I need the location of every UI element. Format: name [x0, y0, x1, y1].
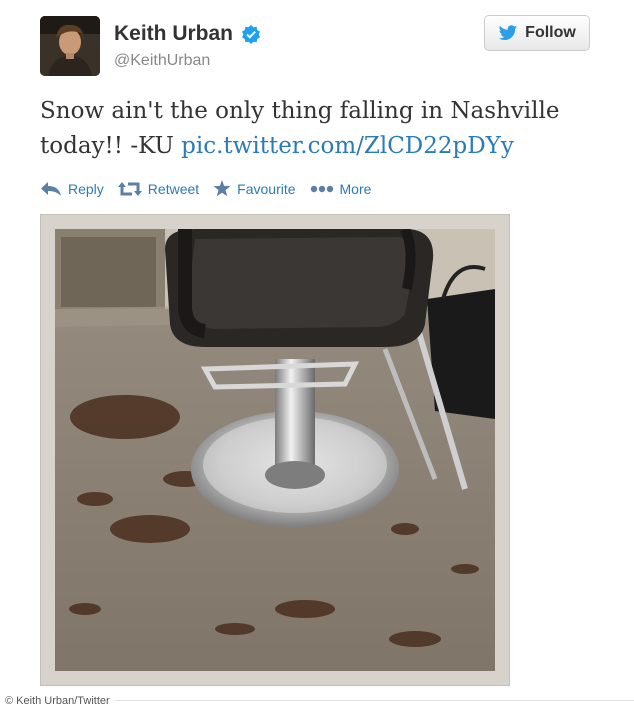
verified-badge-icon	[242, 25, 261, 44]
avatar[interactable]	[40, 16, 100, 76]
photo-credit: © Keith Urban/Twitter	[0, 692, 115, 710]
follow-label: Follow	[525, 24, 576, 41]
more-label: More	[339, 180, 372, 197]
favourite-button[interactable]: Favourite	[213, 180, 296, 197]
reply-icon	[41, 181, 61, 196]
twitter-bird-icon	[498, 24, 518, 40]
retweet-button[interactable]: Retweet	[117, 180, 200, 197]
avatar-image	[40, 16, 100, 76]
retweet-icon	[117, 181, 142, 196]
tweet-photo-link[interactable]: pic.twitter.com/ZlCD22pDYy	[181, 133, 514, 159]
tweet-photo-frame	[40, 214, 510, 686]
tweet-text: Snow ain't the only thing falling in Nas…	[40, 94, 600, 164]
reply-button[interactable]: Reply	[40, 181, 104, 197]
favourite-label: Favourite	[237, 180, 296, 197]
user-name-row[interactable]: Keith Urban	[114, 22, 261, 46]
display-name[interactable]: Keith Urban	[114, 22, 233, 46]
tweet-photo[interactable]	[55, 229, 495, 671]
tweet-actions: Reply Retweet Favourite More	[40, 180, 385, 197]
more-button[interactable]: More	[310, 180, 372, 197]
follow-button[interactable]: Follow	[484, 15, 590, 51]
more-dots-icon	[310, 185, 333, 192]
salon-chair-photo	[55, 229, 495, 671]
user-handle[interactable]: @KeithUrban	[114, 52, 210, 70]
star-icon	[213, 180, 231, 197]
retweet-label: Retweet	[147, 180, 200, 197]
reply-label: Reply	[68, 180, 104, 197]
